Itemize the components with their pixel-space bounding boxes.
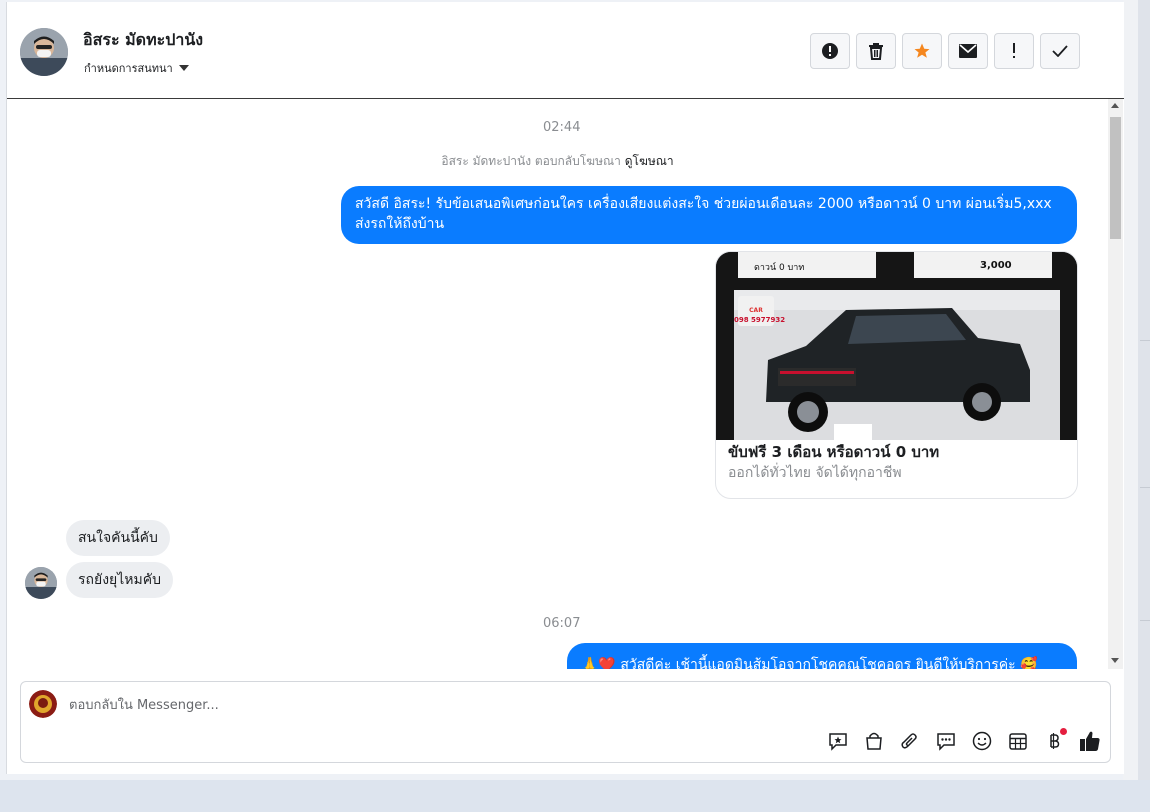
ad-title: ขับฟรี 3 เดือน หรือดาวน์ 0 บาท (728, 443, 940, 461)
spam-button[interactable] (810, 33, 850, 69)
composer-actions (825, 728, 1103, 754)
svg-text:CAR: CAR (749, 307, 763, 314)
mark-unread-button[interactable] (948, 33, 988, 69)
quick-reply-button[interactable] (933, 728, 959, 754)
ad-image-caption-left: ดาวน์ 0 บาท (754, 263, 805, 273)
scroll-up-icon[interactable] (1111, 103, 1119, 108)
thread-scrollbar[interactable] (1108, 99, 1123, 669)
follow-up-button[interactable] (994, 33, 1034, 69)
scrollbar-thumb[interactable] (1110, 117, 1121, 239)
delete-button[interactable] (856, 33, 896, 69)
os-taskbar (0, 780, 1150, 812)
chat-bubble-icon (937, 733, 955, 751)
notification-dot (1060, 728, 1067, 735)
star-button[interactable] (902, 33, 942, 69)
alert-circle-icon (822, 43, 838, 59)
ad-reply-text: อิสระ มัดทะปานัง ตอบกลับโฆษณา (441, 154, 621, 168)
calendar-icon (1009, 733, 1027, 750)
header-toolbar (810, 33, 1080, 69)
attach-button[interactable] (897, 728, 923, 754)
like-button[interactable] (1077, 728, 1103, 754)
scroll-down-icon[interactable] (1111, 658, 1119, 663)
message-thread[interactable]: 02:44 อิสระ มัดทะปานัง ตอบกลับโฆษณา ดูโฆ… (7, 99, 1108, 669)
ad-image-caption-right: 3,000 (980, 260, 1012, 271)
contact-name: อิสระ มัดทะปานัง (83, 30, 204, 49)
reply-composer (20, 681, 1111, 763)
reply-input[interactable] (67, 692, 771, 718)
timestamp: 02:44 (543, 120, 581, 135)
conversation-panel: อิสระ มัดทะปานัง กำหนดการสนทนา 02:44 อิส… (6, 2, 1124, 774)
star-icon (914, 43, 930, 58)
side-strip (1123, 0, 1138, 780)
ad-image[interactable]: CAR ดาวน์ 0 บาท 3,000 098 5977932 (716, 252, 1077, 440)
trash-icon (869, 43, 883, 60)
check-icon (1052, 45, 1068, 57)
conversation-header: อิสระ มัดทะปานัง กำหนดการสนทนา (7, 2, 1124, 99)
payment-button[interactable] (1041, 728, 1067, 754)
saved-reply-icon (829, 733, 847, 751)
done-button[interactable] (1040, 33, 1080, 69)
incoming-message[interactable]: สนใจคันนี้คับ (66, 520, 170, 556)
contact-avatar-small (25, 567, 57, 599)
page-avatar (29, 690, 57, 718)
outgoing-message[interactable]: สวัสดี อิสระ! รับข้อเสนอพิเศษก่อนใคร เคร… (341, 186, 1077, 244)
ad-card[interactable]: CAR ดาวน์ 0 บาท 3,000 098 5977932 ขับฟรี… (715, 251, 1078, 499)
window-edge (1138, 0, 1150, 800)
shop-button[interactable] (861, 728, 887, 754)
assign-label: กำหนดการสนทนา (84, 62, 173, 75)
ad-reply-notice: อิสระ มัดทะปานัง ตอบกลับโฆษณา ดูโฆษณา (7, 152, 1108, 171)
caret-down-icon (178, 65, 189, 71)
ad-image-phone: 098 5977932 (734, 316, 786, 324)
view-ad-link[interactable]: ดูโฆษณา (625, 154, 674, 168)
ad-subtitle: ออกได้ทั่วไทย จัดได้ทุกอาชีพ (728, 465, 902, 481)
envelope-icon (959, 44, 977, 58)
saved-reply-button[interactable] (825, 728, 851, 754)
outgoing-message[interactable]: 🙏❤️ สวัสดีค่ะ เช้านี้แอดมินส้มโอจากโชคคุ… (567, 643, 1077, 669)
timestamp: 06:07 (543, 616, 581, 631)
contact-avatar[interactable] (20, 28, 68, 76)
shop-bag-icon (866, 732, 882, 750)
appointment-button[interactable] (1005, 728, 1031, 754)
attachment-icon (901, 733, 917, 749)
like-icon (1080, 731, 1100, 751)
emoji-icon (972, 731, 992, 751)
incoming-message[interactable]: รถยังยุไหมคับ (66, 562, 173, 598)
exclamation-icon (1013, 43, 1015, 58)
messenger-window: อิสระ มัดทะปานัง กำหนดการสนทนา 02:44 อิส… (0, 0, 1150, 812)
assign-conversation-dropdown[interactable]: กำหนดการสนทนา (84, 59, 189, 77)
emoji-button[interactable] (969, 728, 995, 754)
